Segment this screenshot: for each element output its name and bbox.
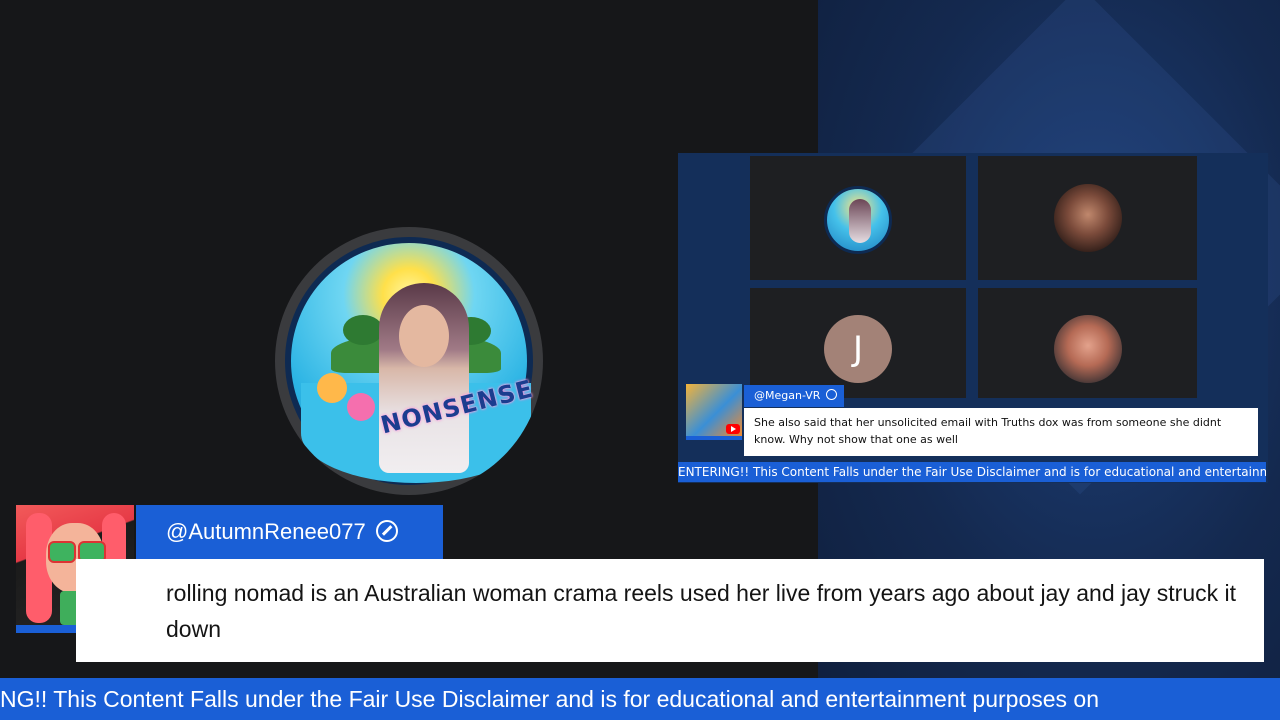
participant-tile[interactable]: J bbox=[750, 288, 966, 398]
person-face bbox=[399, 305, 449, 367]
participant-avatar-nonsense bbox=[824, 186, 892, 254]
person-figure bbox=[849, 199, 871, 243]
hibiscus-icon bbox=[317, 373, 347, 403]
mini-commenter-username: @Megan-VR bbox=[754, 389, 821, 402]
participant-tile[interactable] bbox=[750, 156, 966, 280]
participant-tile[interactable] bbox=[978, 156, 1197, 280]
avatar-ring: NONSENSE bbox=[285, 237, 536, 485]
participant-avatar-woman bbox=[1054, 184, 1122, 252]
palm-tree-icon bbox=[343, 315, 383, 345]
disclaimer-ticker: NG!! This Content Falls under the Fair U… bbox=[0, 678, 1280, 720]
verified-icon bbox=[375, 520, 398, 542]
mini-commenter-name-bar: @Megan-VR bbox=[744, 385, 844, 407]
hibiscus-icon bbox=[347, 393, 375, 421]
mini-ticker-banner: ENTERING!! This Content Falls under the … bbox=[678, 462, 1266, 482]
participant-avatar-initial: J bbox=[824, 315, 892, 383]
participant-tile[interactable] bbox=[978, 288, 1197, 398]
comment-text: rolling nomad is an Australian woman cra… bbox=[76, 559, 1264, 662]
participant-avatar-man bbox=[1054, 315, 1122, 383]
verified-icon bbox=[826, 389, 838, 400]
mini-comment-text: She also said that her unsolicited email… bbox=[744, 408, 1258, 456]
youtube-icon bbox=[726, 424, 740, 434]
sunglasses-icon bbox=[48, 541, 76, 563]
commenter-name-bar: @AutumnRenee077 bbox=[136, 505, 443, 559]
commenter-username: @AutumnRenee077 bbox=[166, 519, 366, 544]
main-speaker-avatar: NONSENSE bbox=[275, 227, 543, 495]
mini-commenter-avatar bbox=[686, 384, 742, 440]
